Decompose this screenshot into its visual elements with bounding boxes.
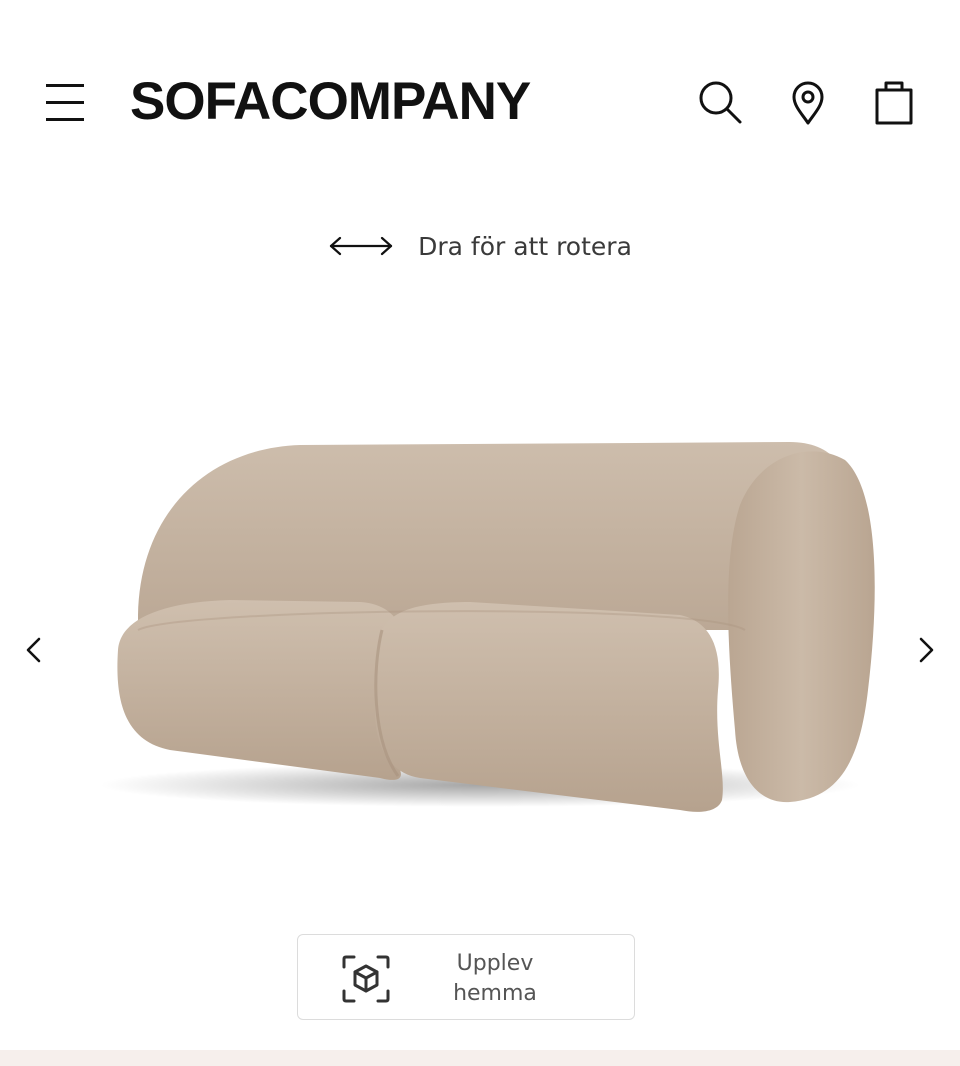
location-pin-icon[interactable] <box>784 78 832 126</box>
rotate-hint-text: Dra för att rotera <box>418 231 632 261</box>
view-in-room-label: Upplev hemma <box>453 951 537 1006</box>
ar-cube-icon <box>340 953 392 1005</box>
double-arrow-icon <box>329 236 393 256</box>
hamburger-menu-icon[interactable] <box>46 82 86 124</box>
rotate-hint: Dra för att rotera <box>0 222 960 270</box>
product-3d-viewer[interactable] <box>0 330 960 890</box>
shopping-bag-icon[interactable] <box>870 78 918 126</box>
sofa-image <box>100 442 875 812</box>
search-icon[interactable] <box>696 78 744 126</box>
view-in-room-button[interactable]: Upplev hemma <box>297 934 635 1020</box>
chevron-right-icon[interactable] <box>906 630 946 670</box>
brand-logo[interactable]: SOFACOMPANY <box>130 70 531 134</box>
product-page: SOFACOMPANY Dra för att rotera Upplev he… <box>0 0 960 1066</box>
site-header: SOFACOMPANY <box>0 0 960 200</box>
chevron-left-icon[interactable] <box>14 630 54 670</box>
bottom-section-strip <box>0 1050 960 1066</box>
